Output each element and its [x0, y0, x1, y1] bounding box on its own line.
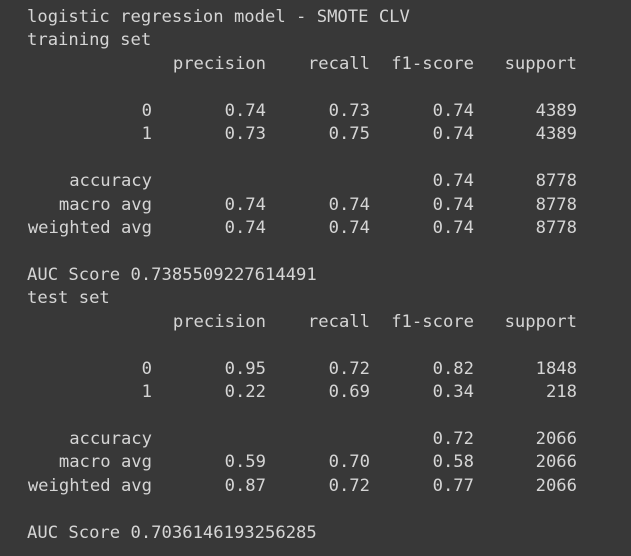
f1-value: 0.82	[432, 358, 474, 379]
precision-header: precision	[172, 311, 266, 332]
recall-value: 0.72	[328, 475, 370, 496]
recall-value: 0.73	[328, 100, 370, 121]
f1-score-header: f1-score	[391, 53, 474, 74]
summary-label: macro avg	[58, 452, 152, 473]
test-summary-row: weighted avg 0.87 0.72 0.77 2066	[27, 475, 631, 498]
f1-value: 0.77	[432, 475, 474, 496]
training-auc-score: AUC Score 0.7385509227614491	[27, 264, 317, 285]
test-report-header: precision recall f1-score support	[27, 311, 631, 334]
f1-value: 0.72	[432, 428, 474, 449]
training-summary-row: macro avg 0.74 0.74 0.74 8778	[27, 194, 631, 217]
recall-header: recall	[307, 311, 370, 332]
class-label: 0	[141, 358, 152, 379]
training-class-row: 0 0.74 0.73 0.74 4389	[27, 100, 631, 123]
test-auc-score: AUC Score 0.7036146193256285	[27, 522, 317, 543]
f1-value: 0.74	[432, 124, 474, 145]
support-value: 2066	[535, 428, 577, 449]
training-class-row: 1 0.73 0.75 0.74 4389	[27, 123, 631, 146]
training-summary-row: weighted avg 0.74 0.74 0.74 8778	[27, 217, 631, 240]
test-summary-row: accuracy 0.72 2066	[27, 428, 631, 451]
precision-value: 0.74	[224, 100, 266, 121]
precision-header: precision	[172, 53, 266, 74]
test-set-label: test set	[27, 288, 110, 309]
summary-label: weighted avg	[27, 475, 152, 496]
training-report-header: precision recall f1-score support	[27, 53, 631, 76]
support-value: 4389	[535, 124, 577, 145]
precision-value	[152, 170, 266, 193]
summary-label: macro avg	[58, 194, 152, 215]
summary-label: accuracy	[69, 171, 152, 192]
support-value: 2066	[535, 475, 577, 496]
support-header: support	[504, 53, 577, 74]
support-value: 218	[545, 382, 577, 402]
precision-value: 0.22	[224, 382, 266, 402]
f1-value: 0.34	[432, 382, 474, 402]
precision-value	[152, 428, 266, 451]
recall-value	[266, 428, 370, 451]
precision-value: 0.59	[224, 452, 266, 473]
model-title: logistic regression model - SMOTE CLV	[27, 7, 410, 27]
f1-value: 0.58	[432, 452, 474, 473]
support-value: 4389	[535, 100, 577, 121]
notebook-cell-output: logistic regression model - SMOTE CLV tr…	[0, 0, 631, 556]
precision-value: 0.73	[224, 124, 266, 145]
support-value: 8778	[535, 171, 577, 192]
test-summary-row: macro avg 0.59 0.70 0.58 2066	[27, 451, 631, 474]
test-class-row: 1 0.22 0.69 0.34 218	[27, 381, 631, 404]
recall-value: 0.75	[328, 124, 370, 145]
recall-value: 0.74	[328, 217, 370, 238]
class-label: 0	[141, 100, 152, 121]
support-value: 8778	[535, 194, 577, 215]
f1-value: 0.74	[432, 171, 474, 192]
f1-score-header: f1-score	[391, 311, 474, 332]
precision-value: 0.74	[224, 194, 266, 215]
precision-value: 0.95	[224, 358, 266, 379]
support-value: 2066	[535, 452, 577, 473]
recall-header: recall	[307, 53, 370, 74]
f1-value: 0.74	[432, 217, 474, 238]
support-value: 1848	[535, 358, 577, 379]
training-set-label: training set	[27, 30, 152, 51]
test-class-row: 0 0.95 0.72 0.82 1848	[27, 358, 631, 381]
f1-value: 0.74	[432, 100, 474, 121]
support-value: 8778	[535, 217, 577, 238]
recall-value: 0.69	[328, 382, 370, 402]
training-summary-row: accuracy 0.74 8778	[27, 170, 631, 193]
f1-value: 0.74	[432, 194, 474, 215]
summary-label: accuracy	[69, 428, 152, 449]
recall-value: 0.74	[328, 194, 370, 215]
recall-value	[266, 170, 370, 193]
class-label: 1	[141, 124, 152, 145]
recall-value: 0.70	[328, 452, 370, 473]
summary-label: weighted avg	[27, 217, 152, 238]
recall-value: 0.72	[328, 358, 370, 379]
precision-value: 0.87	[224, 475, 266, 496]
support-header: support	[504, 311, 577, 332]
precision-value: 0.74	[224, 217, 266, 238]
class-label: 1	[141, 382, 152, 402]
